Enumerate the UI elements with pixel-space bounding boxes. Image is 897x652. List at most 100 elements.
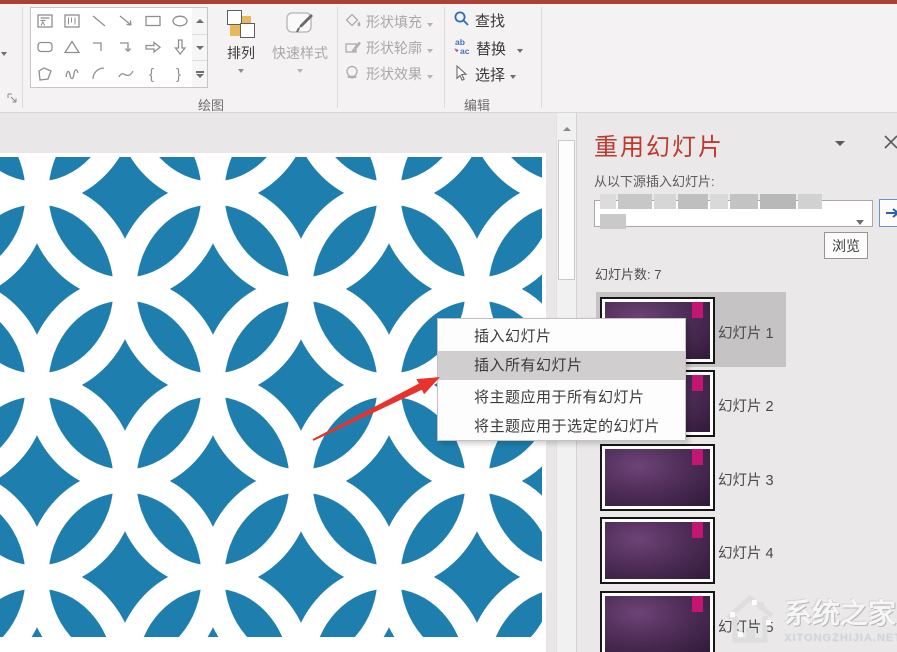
- powerpoint-window: { } 排列 快速样式: [0, 0, 897, 652]
- cursor-select-icon: [453, 64, 470, 85]
- shape-outline-button[interactable]: 形状轮廓: [344, 38, 433, 58]
- quick-styles-icon: [283, 10, 317, 40]
- ribbon-accent: [692, 449, 703, 465]
- gallery-more-button[interactable]: [192, 61, 207, 87]
- scroll-up-button[interactable]: [558, 121, 575, 137]
- slide-label-2: 幻灯片 2: [718, 395, 774, 416]
- context-menu: 插入幻灯片 插入所有幻灯片 将主题应用于所有幻灯片 将主题应用于选定的幻灯片: [437, 318, 686, 441]
- replace-caret-icon: [517, 40, 523, 57]
- shape-outline-caret-icon: [427, 40, 433, 56]
- arrange-button[interactable]: 排列: [213, 10, 269, 73]
- ribbon-accent: [692, 302, 703, 318]
- svg-text:ac: ac: [460, 46, 470, 55]
- slide-thumbnail-4[interactable]: [600, 517, 715, 584]
- scrollbar-thumb[interactable]: [558, 140, 575, 280]
- annotation-arrow: [300, 368, 450, 448]
- ribbon-separator: [541, 7, 542, 108]
- slide-count-label: 幻灯片数: 7: [595, 264, 661, 283]
- line-shape-icon[interactable]: [85, 8, 112, 34]
- ribbon-accent: [692, 596, 703, 612]
- pane-menu-caret-icon[interactable]: [835, 141, 845, 146]
- shape-fill-button[interactable]: 形状填充: [344, 12, 433, 32]
- quick-styles-button[interactable]: 快速样式: [266, 10, 334, 73]
- oval-shape-icon[interactable]: [167, 8, 194, 34]
- gallery-scrollbar: [192, 7, 208, 88]
- shape-fill-icon: [344, 12, 361, 32]
- ribbon-accent: [692, 375, 703, 391]
- shape-effects-button[interactable]: 形状效果: [344, 64, 433, 84]
- menu-item-insert-slide[interactable]: 插入幻灯片: [438, 322, 685, 351]
- editing-group-label: 编辑: [464, 95, 490, 114]
- right-brace-shape-icon[interactable]: }: [167, 61, 194, 87]
- slide-thumbnail-5[interactable]: [600, 591, 715, 652]
- replace-icon: abac: [453, 37, 471, 59]
- ribbon-separator: [337, 7, 338, 108]
- censored-source-path: [600, 194, 850, 234]
- curve-shape-icon[interactable]: [112, 61, 139, 87]
- shape-fill-label: 形状填充: [366, 12, 422, 32]
- gallery-scroll-up-button[interactable]: [192, 8, 207, 35]
- slide-thumbnail-3[interactable]: [600, 444, 715, 511]
- ribbon-accent: [692, 522, 703, 538]
- quick-styles-label: 快速样式: [272, 43, 328, 63]
- scribble-shape-icon[interactable]: [58, 61, 85, 87]
- ribbon: { } 排列 快速样式: [0, 4, 897, 113]
- left-dropdown-caret[interactable]: [1, 52, 7, 56]
- menu-item-apply-theme-all[interactable]: 将主题应用于所有幻灯片: [438, 383, 685, 412]
- browse-label: 浏览: [832, 236, 860, 256]
- source-label: 从以下源插入幻灯片:: [594, 171, 715, 190]
- shape-effects-caret-icon: [427, 66, 433, 82]
- replace-button[interactable]: abac 替换: [453, 37, 523, 59]
- go-arrow-button[interactable]: [879, 199, 897, 227]
- elbow-connector-shape-icon[interactable]: [85, 34, 112, 60]
- arrange-icon: [225, 10, 257, 40]
- vertical-text-box-shape-icon[interactable]: [58, 8, 85, 34]
- rectangle-shape-icon[interactable]: [140, 8, 167, 34]
- left-brace-shape-icon[interactable]: {: [140, 61, 167, 87]
- slide-label-1: 幻灯片 1: [718, 322, 774, 343]
- select-caret-icon: [510, 66, 516, 83]
- select-label: 选择: [475, 64, 505, 85]
- search-icon: [453, 10, 470, 31]
- pane-title: 重用幻灯片: [594, 127, 724, 162]
- shape-fill-caret-icon: [427, 14, 433, 30]
- ribbon-separator: [22, 7, 23, 108]
- watermark-title: 系统之家: [784, 592, 897, 632]
- arc-shape-icon[interactable]: [85, 61, 112, 87]
- quick-styles-caret-icon: [297, 69, 303, 73]
- browse-button[interactable]: 浏览: [824, 232, 868, 259]
- arrange-caret-icon: [238, 69, 244, 73]
- shapes-gallery: { }: [30, 7, 195, 88]
- drawing-group-label: 绘图: [198, 95, 224, 114]
- combo-caret-icon[interactable]: [856, 212, 864, 230]
- gallery-scroll-down-button[interactable]: [192, 35, 207, 62]
- shape-outline-icon: [344, 38, 361, 58]
- shape-outline-label: 形状轮廓: [366, 38, 422, 58]
- pane-close-icon[interactable]: [883, 134, 897, 155]
- right-arrow-icon: [885, 207, 897, 219]
- menu-item-insert-all-slides[interactable]: 插入所有幻灯片: [438, 351, 685, 380]
- freeform-shape-icon[interactable]: [31, 61, 58, 87]
- xitongzhijia-logo-icon: [722, 588, 778, 648]
- shape-effects-label: 形状效果: [366, 64, 422, 84]
- triangle-shape-icon[interactable]: [58, 34, 85, 60]
- down-arrow-shape-icon[interactable]: [167, 34, 194, 60]
- find-label: 查找: [475, 10, 505, 31]
- select-button[interactable]: 选择: [453, 64, 516, 85]
- find-button[interactable]: 查找: [453, 10, 505, 31]
- shape-effects-icon: [344, 64, 361, 84]
- watermark: 系统之家 XITONGZHIJIA.NET: [722, 588, 897, 648]
- watermark-domain: XITONGZHIJIA.NET: [784, 632, 897, 644]
- arrow-shape-icon[interactable]: [112, 8, 139, 34]
- text-box-shape-icon[interactable]: [31, 8, 58, 34]
- ribbon-separator: [444, 7, 445, 108]
- rounded-rectangle-shape-icon[interactable]: [31, 34, 58, 60]
- replace-label: 替换: [476, 38, 506, 59]
- svg-text:{: {: [149, 66, 154, 83]
- elbow-arrow-connector-shape-icon[interactable]: [112, 34, 139, 60]
- slide-label-3: 幻灯片 3: [718, 469, 774, 490]
- right-arrow-shape-icon[interactable]: [140, 34, 167, 60]
- menu-item-apply-theme-selected[interactable]: 将主题应用于选定的幻灯片: [438, 412, 685, 441]
- source-combobox[interactable]: [594, 200, 873, 227]
- dialog-launcher-icon[interactable]: [6, 92, 19, 110]
